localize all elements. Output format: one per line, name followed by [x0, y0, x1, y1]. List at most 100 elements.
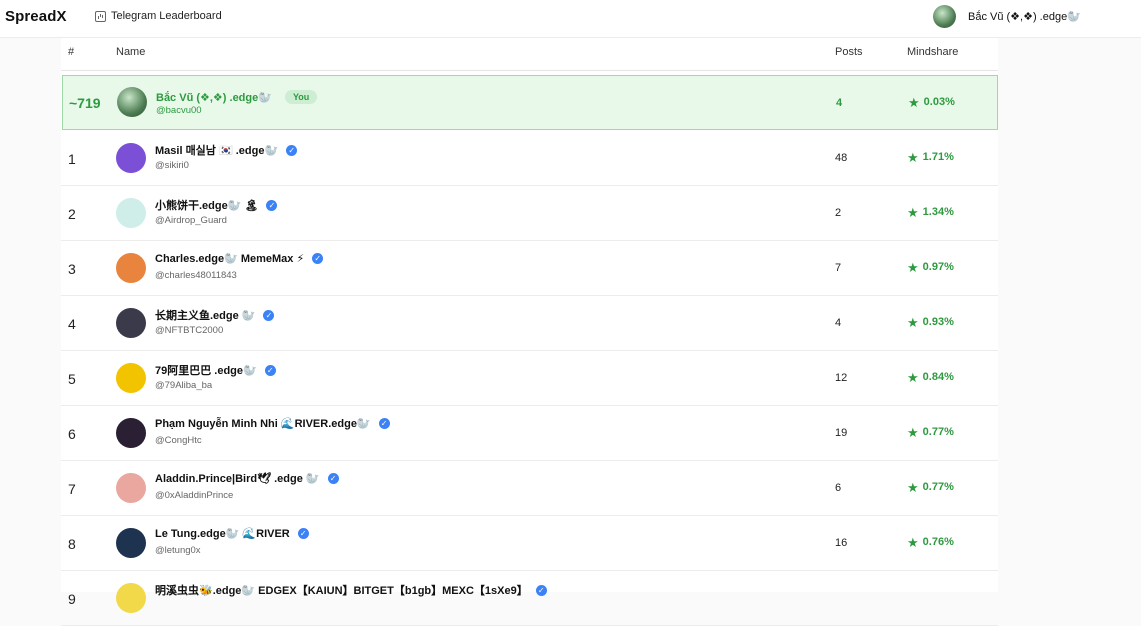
rank: 9 — [68, 591, 76, 607]
row-name[interactable]: Masil 매실남 🇰🇷 .edge🦭 ✓ — [155, 142, 298, 158]
verified-icon: ✓ — [266, 199, 278, 211]
handle: @letung0x — [155, 545, 201, 556]
display-name: Aladdin.Prince|Bird🕊 .edge 🦭 — [155, 473, 320, 485]
mindshare-value: 0.84% — [922, 371, 954, 383]
col-rank: # — [68, 46, 75, 58]
verified-icon: ✓ — [297, 528, 309, 539]
user-menu[interactable]: Bắc Vũ (❖,❖) .edge🦭 — [933, 5, 1081, 28]
nav-label: Telegram Leaderboard — [111, 10, 222, 22]
display-name: 79阿里巴巴 .edge🦭 — [155, 365, 257, 377]
avatar — [116, 143, 146, 173]
handle: @NFTBTC2000 — [155, 325, 224, 336]
star-icon: ★ — [907, 369, 919, 385]
mindshare-value: 0.97% — [922, 261, 954, 273]
posts-count: 2 — [835, 207, 842, 219]
row-name[interactable]: Aladdin.Prince|Bird🕊 .edge 🦭 ✓ — [155, 472, 339, 485]
mindshare: ★ 0.77% — [907, 481, 954, 494]
posts-count: 4 — [835, 317, 842, 329]
verified-icon: ✓ — [263, 309, 275, 321]
verified-icon: ✓ — [378, 418, 390, 429]
avatar — [116, 528, 146, 558]
mindshare-value: 0.77% — [922, 481, 954, 493]
mindshare-value: 1.34% — [922, 206, 954, 218]
brand-logo[interactable]: SpreadX — [5, 8, 67, 25]
mindshare-value: 0.77% — [922, 426, 954, 438]
handle: @bacvu00 — [156, 105, 202, 116]
mindshare: ★ 0.93% — [907, 314, 954, 330]
col-name: Name — [116, 46, 146, 58]
star-icon: ★ — [908, 94, 920, 110]
rank: 3 — [68, 261, 76, 277]
table-row[interactable]: 6 Phạm Nguyễn Minh Nhi 🌊RIVER.edge🦭 ✓ @C… — [61, 406, 998, 461]
posts-count: 16 — [835, 537, 848, 549]
avatar — [116, 418, 146, 448]
table-row-you[interactable]: ~719 Bắc Vũ (❖,❖) .edge🦭 You @bacvu00 4 … — [62, 75, 998, 130]
leaderboard-table: # Name Posts Mindshare ~719 Bắc Vũ (❖,❖)… — [61, 38, 998, 626]
star-icon: ★ — [907, 259, 919, 275]
avatar — [116, 198, 146, 228]
row-name[interactable]: 小熊饼干.edge🦭 🏝 ✓ — [155, 197, 278, 213]
table-row[interactable]: 3 Charles.edge🦭 MemeMax ⚡ ✓ @charles4801… — [61, 241, 998, 296]
display-name: Bắc Vũ (❖,❖) .edge🦭 — [156, 91, 272, 104]
user-name: Bắc Vũ (❖,❖) .edge🦭 — [968, 11, 1081, 23]
rank: 7 — [68, 481, 76, 497]
row-name[interactable]: 明溪虫虫🐝.edge🦭 EDGEX【KAIUN】BITGET【b1gb】MEXC… — [155, 582, 547, 598]
table-row[interactable]: 2 小熊饼干.edge🦭 🏝 ✓ @Airdrop_Guard 2 ★ 1.34… — [61, 186, 998, 241]
posts-count: 7 — [835, 262, 842, 274]
display-name: Charles.edge🦭 MemeMax ⚡ — [155, 253, 305, 265]
verified-icon: ✓ — [535, 584, 547, 596]
chart-icon — [95, 10, 106, 22]
row-name[interactable]: 长期主义鱼.edge 🦭 ✓ — [155, 307, 275, 323]
table-row[interactable]: 7 Aladdin.Prince|Bird🕊 .edge 🦭 ✓ @0xAlad… — [61, 461, 998, 516]
posts-count: 19 — [835, 427, 848, 439]
avatar — [116, 363, 146, 393]
posts-count: 4 — [836, 97, 843, 109]
mindshare: ★ 0.77% — [907, 426, 954, 439]
table-row[interactable]: 5 79阿里巴巴 .edge🦭 ✓ @79Aliba_ba 12 ★ 0.84% — [61, 351, 998, 406]
rank: 4 — [68, 316, 76, 332]
star-icon: ★ — [907, 204, 919, 220]
display-name: 明溪虫虫🐝.edge🦭 EDGEX【KAIUN】BITGET【b1gb】MEXC… — [155, 585, 528, 597]
handle: @charles48011843 — [155, 270, 237, 281]
mindshare-value: 0.76% — [922, 536, 954, 548]
star-icon: ★ — [907, 149, 919, 165]
mindshare: ★ 0.84% — [907, 369, 954, 385]
handle: @CongHtc — [155, 435, 202, 446]
table-row[interactable]: 4 长期主义鱼.edge 🦭 ✓ @NFTBTC2000 4 ★ 0.93% — [61, 296, 998, 351]
handle: @sikiri0 — [155, 160, 189, 171]
rank: ~719 — [69, 95, 101, 111]
verified-icon: ✓ — [327, 473, 339, 484]
mindshare-value: 1.71% — [922, 151, 954, 163]
display-name: Le Tung.edge🦭 🌊RIVER — [155, 528, 290, 540]
handle: @Airdrop_Guard — [155, 215, 227, 226]
row-name[interactable]: 79阿里巴巴 .edge🦭 ✓ — [155, 362, 276, 378]
display-name: Masil 매실남 🇰🇷 .edge🦭 — [155, 145, 279, 157]
star-icon: ★ — [907, 534, 919, 550]
posts-count: 6 — [835, 482, 842, 494]
mindshare-value: 0.03% — [923, 96, 955, 108]
mindshare: ★ 0.97% — [907, 259, 954, 275]
mindshare: ★ 0.03% — [908, 94, 955, 110]
col-posts[interactable]: Posts — [835, 46, 863, 58]
table-row[interactable]: 9 明溪虫虫🐝.edge🦭 EDGEX【KAIUN】BITGET【b1gb】ME… — [61, 571, 998, 626]
row-name[interactable]: Phạm Nguyễn Minh Nhi 🌊RIVER.edge🦭 ✓ — [155, 417, 390, 430]
handle: @0xAladdinPrince — [155, 490, 234, 501]
rank: 1 — [68, 151, 76, 167]
star-icon: ★ — [907, 314, 919, 330]
display-name: 长期主义鱼.edge 🦭 — [155, 310, 256, 322]
row-name[interactable]: Le Tung.edge🦭 🌊RIVER ✓ — [155, 527, 309, 540]
rank: 8 — [68, 536, 76, 552]
rank: 2 — [68, 206, 76, 222]
posts-count: 48 — [835, 152, 848, 164]
display-name: 小熊饼干.edge🦭 🏝 — [155, 200, 259, 212]
verified-icon: ✓ — [264, 364, 276, 376]
posts-count: 12 — [835, 372, 848, 384]
table-row[interactable]: 1 Masil 매실남 🇰🇷 .edge🦭 ✓ @sikiri0 48 ★ 1.… — [61, 131, 998, 186]
table-row[interactable]: 8 Le Tung.edge🦭 🌊RIVER ✓ @letung0x 16 ★ … — [61, 516, 998, 571]
avatar — [117, 87, 147, 117]
row-name[interactable]: Bắc Vũ (❖,❖) .edge🦭 You — [156, 90, 318, 104]
verified-icon: ✓ — [312, 253, 324, 264]
col-mindshare[interactable]: Mindshare — [907, 46, 958, 58]
nav-telegram-leaderboard[interactable]: Telegram Leaderboard — [95, 10, 222, 22]
row-name[interactable]: Charles.edge🦭 MemeMax ⚡ ✓ — [155, 252, 324, 265]
